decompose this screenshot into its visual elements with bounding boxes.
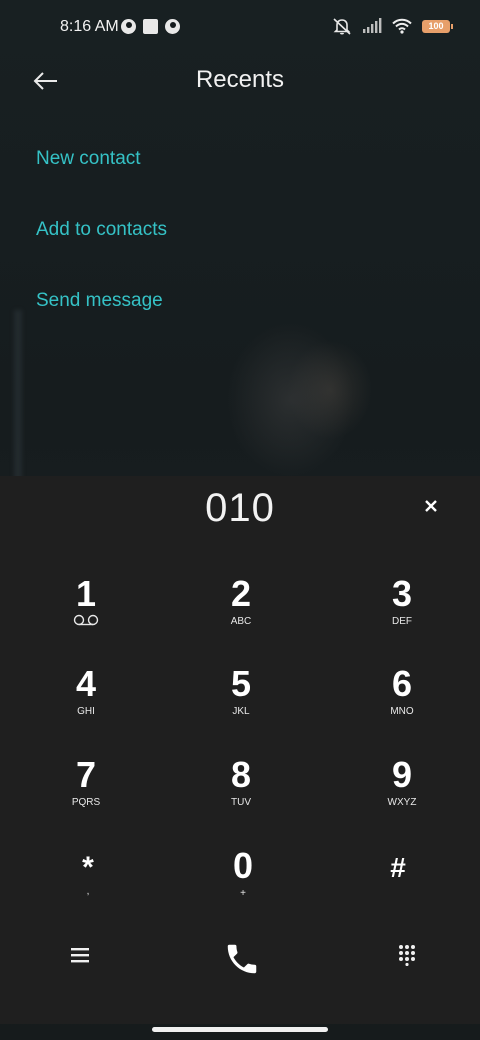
- key-digit: 1: [75, 573, 97, 614]
- key-digit: #: [390, 852, 406, 883]
- key-digit: 5: [230, 663, 252, 704]
- notification-icon: [165, 19, 180, 34]
- status-time: 8:16 AM: [60, 18, 119, 35]
- home-indicator[interactable]: [152, 1027, 328, 1032]
- signal-icon: [362, 18, 382, 34]
- battery-icon: 100: [422, 19, 453, 33]
- status-icons: 100: [332, 16, 453, 36]
- key-digit: 2: [230, 573, 252, 614]
- key-digit: 4: [75, 663, 97, 704]
- menu-button[interactable]: [70, 946, 90, 969]
- key-letters: TUV: [231, 797, 251, 808]
- key-letters: MNO: [390, 706, 414, 717]
- notification-icon: [121, 19, 136, 34]
- key-letters: PQRS: [71, 797, 101, 808]
- phone-call-icon: [227, 944, 257, 974]
- square-notification-icon: [143, 19, 158, 34]
- key-letters: GHI: [77, 706, 95, 717]
- key-letters: WXYZ: [387, 797, 417, 808]
- key-letters: ,: [86, 886, 90, 897]
- keypad-icon: [399, 945, 415, 967]
- add-to-contacts-link[interactable]: Add to contacts: [36, 219, 167, 241]
- key-8[interactable]: 8 TUV: [181, 755, 301, 825]
- key-9[interactable]: 9 WXYZ: [342, 755, 462, 825]
- key-digit: 7: [75, 754, 97, 795]
- key-1[interactable]: 1: [26, 574, 146, 644]
- key-7[interactable]: 7 PQRS: [26, 755, 146, 825]
- key-6[interactable]: 6 MNO: [342, 664, 462, 734]
- key-digit: 8: [230, 754, 252, 795]
- menu-icon: [71, 948, 89, 963]
- key-letters: JKL: [232, 706, 250, 717]
- key-2[interactable]: 2 ABC: [181, 574, 301, 644]
- voicemail-icon: [73, 614, 99, 626]
- clear-button[interactable]: [419, 494, 443, 518]
- key-star[interactable]: * ,: [28, 848, 148, 918]
- key-0[interactable]: 0 +: [183, 846, 303, 916]
- battery-level: 100: [428, 20, 444, 31]
- key-letters: +: [240, 888, 246, 899]
- new-contact-link[interactable]: New contact: [36, 148, 141, 170]
- mute-icon: [332, 16, 352, 36]
- dialer-panel: 010 1 2 ABC 3 DEF 4 GHI 5 JKL 6 MNO 7 PQ…: [0, 476, 480, 1024]
- key-5[interactable]: 5 JKL: [181, 664, 301, 734]
- key-digit: 0: [232, 845, 254, 886]
- status-bar: 8:16 AM 100: [0, 0, 480, 56]
- close-icon: [425, 500, 437, 512]
- key-letters: ABC: [230, 616, 252, 627]
- page-title: Recents: [195, 66, 285, 93]
- key-digit: 6: [391, 663, 413, 704]
- key-hash[interactable]: #: [338, 848, 458, 918]
- key-digit: 9: [391, 754, 413, 795]
- key-digit: 3: [391, 573, 413, 614]
- send-message-link[interactable]: Send message: [36, 290, 163, 312]
- dialed-number: 010: [205, 486, 275, 530]
- key-digit: *: [82, 851, 94, 884]
- wifi-icon: [392, 18, 412, 34]
- key-3[interactable]: 3 DEF: [342, 574, 462, 644]
- key-4[interactable]: 4 GHI: [26, 664, 146, 734]
- key-letters: DEF: [392, 616, 412, 627]
- keypad-toggle-button[interactable]: [398, 944, 416, 971]
- call-button[interactable]: [223, 940, 261, 983]
